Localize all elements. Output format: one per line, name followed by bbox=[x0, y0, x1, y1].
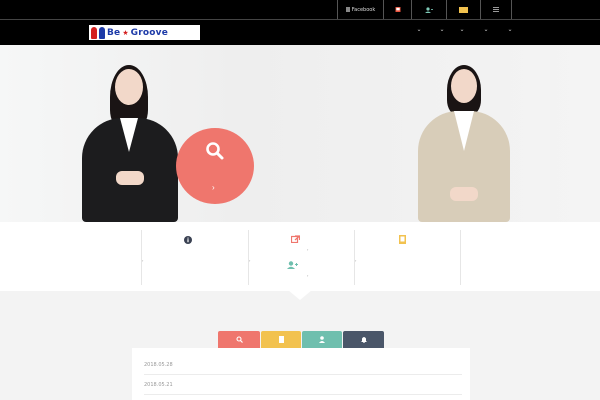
facebook-link[interactable]: Facebook bbox=[337, 0, 383, 19]
chevron-down-icon: ⌄ bbox=[507, 27, 513, 33]
book-icon bbox=[278, 336, 284, 343]
mail-link[interactable] bbox=[383, 0, 411, 19]
mail-icon bbox=[395, 7, 400, 12]
news-date: 2018.05.21 bbox=[144, 381, 173, 388]
user-add-icon bbox=[287, 261, 298, 269]
logo-figure-icon bbox=[99, 26, 105, 39]
chevron-down-icon: ⌄ bbox=[416, 27, 422, 33]
hero-photo-left bbox=[78, 63, 182, 222]
external-link-icon bbox=[291, 235, 300, 243]
menu-link[interactable] bbox=[480, 0, 512, 19]
chevron-down-icon: ⌄ bbox=[483, 27, 489, 33]
nav-item-5[interactable]: ⌄ bbox=[506, 26, 514, 33]
tab-search[interactable] bbox=[218, 331, 260, 348]
bell-icon bbox=[360, 337, 367, 343]
search-icon bbox=[235, 336, 243, 343]
nav-item-2[interactable]: ⌄ bbox=[438, 26, 446, 33]
nav-item-1[interactable]: ⌄ bbox=[415, 26, 423, 33]
nav-item-3[interactable]: ⌄ bbox=[458, 26, 466, 33]
logo-figure-icon bbox=[91, 26, 97, 39]
facebook-icon bbox=[345, 7, 350, 12]
news-list: 2018.05.28 2018.05.21 bbox=[132, 348, 470, 400]
info-cell-about[interactable]: › bbox=[141, 230, 248, 285]
user-icon bbox=[319, 336, 325, 343]
bookmark-icon bbox=[399, 235, 406, 244]
folder-icon bbox=[459, 6, 468, 13]
info-circle-icon bbox=[184, 236, 192, 244]
cell-arrow: › bbox=[249, 258, 251, 263]
hero-banner bbox=[0, 45, 600, 222]
logo-text-2: Groove bbox=[130, 27, 169, 38]
facebook-label: Facebook bbox=[351, 6, 376, 13]
news-item[interactable]: 2018.05.28 bbox=[144, 355, 462, 375]
folder-link[interactable] bbox=[446, 0, 480, 19]
chevron-down-icon: ⌄ bbox=[439, 27, 445, 33]
tab-user[interactable] bbox=[302, 331, 342, 348]
chevron-down-icon: ⌄ bbox=[459, 27, 465, 33]
info-cell-external[interactable]: › › › bbox=[248, 230, 354, 285]
menu-icon bbox=[493, 7, 499, 12]
cell-arrow: › bbox=[355, 258, 357, 263]
register-link[interactable] bbox=[411, 0, 446, 19]
cell-arrow: › bbox=[307, 247, 309, 252]
logo-text: Be bbox=[107, 27, 121, 38]
logo-star-icon: ★ bbox=[122, 29, 129, 37]
hero-search-button[interactable]: › bbox=[176, 128, 254, 204]
news-date: 2018.05.28 bbox=[144, 361, 173, 368]
search-chevron: › bbox=[212, 183, 215, 192]
nav-item-4[interactable]: ⌄ bbox=[482, 26, 490, 33]
site-logo[interactable]: Be ★ Groove bbox=[89, 25, 200, 40]
search-icon bbox=[206, 142, 224, 160]
info-cell-bookmark[interactable]: › bbox=[354, 230, 461, 285]
news-item[interactable]: 2018.05.21 bbox=[144, 375, 462, 395]
user-add-icon bbox=[425, 6, 433, 13]
cell-arrow: › bbox=[142, 258, 144, 263]
tab-book[interactable] bbox=[261, 331, 301, 348]
tab-bell[interactable] bbox=[343, 331, 384, 348]
info-notch bbox=[288, 290, 312, 300]
hero-photo-right bbox=[416, 63, 512, 222]
cell-arrow: › bbox=[307, 273, 309, 278]
